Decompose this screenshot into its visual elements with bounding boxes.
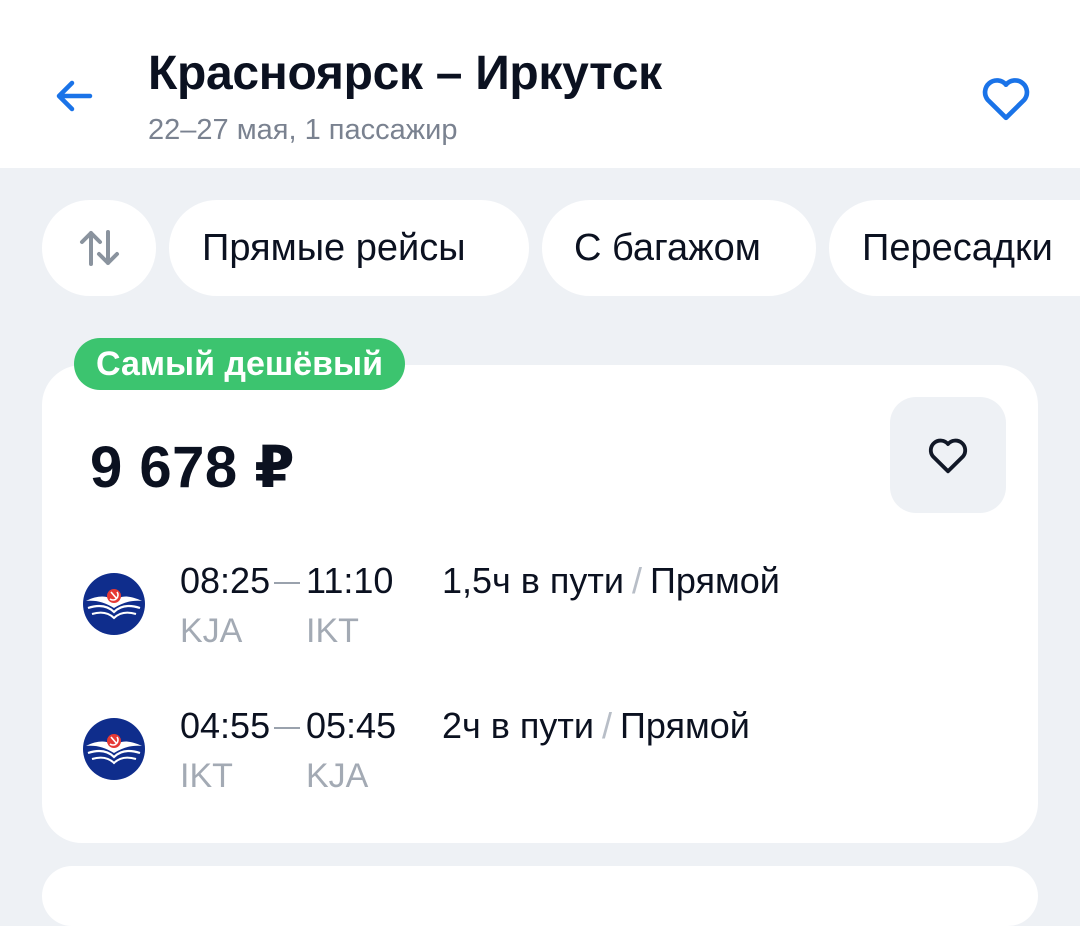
cheapest-badge: Самый дешёвый — [74, 338, 405, 390]
filter-direct-flights[interactable]: Прямые рейсы — [169, 200, 529, 296]
time-dash — [274, 582, 300, 584]
arrow-left-icon — [56, 80, 93, 112]
time-dash — [274, 727, 300, 729]
heart-outline-icon — [928, 438, 968, 474]
aeroflot-logo-icon — [83, 718, 145, 780]
filter-bar: Прямые рейсы С багажом Пересадки — [42, 200, 1080, 296]
filter-with-baggage[interactable]: С багажом — [542, 200, 816, 296]
arrival-airport: KJA — [306, 757, 369, 795]
flight-duration: 2ч в пути — [442, 705, 594, 746]
departure-time: 04:55 — [180, 705, 271, 746]
favorite-offer-button[interactable] — [890, 397, 1006, 513]
top-bar: Красноярск – Иркутск 22–27 мая, 1 пассаж… — [0, 0, 1080, 168]
flight-duration: 1,5ч в пути — [442, 560, 625, 601]
info-separator: / — [602, 705, 613, 746]
sort-button[interactable] — [42, 200, 156, 296]
flight-info: 1,5ч в пути / Прямой — [442, 560, 780, 602]
route-title: Красноярск – Иркутск — [148, 47, 662, 100]
arrival-time: 11:10 — [306, 560, 394, 601]
arrival-time: 05:45 — [306, 705, 397, 746]
info-separator: / — [632, 560, 643, 601]
sort-arrows-icon — [80, 230, 119, 266]
aeroflot-logo-icon — [83, 573, 145, 635]
flight-segment: 04:55 05:45 IKT KJA 2ч в пути / Прямой — [82, 705, 1002, 805]
flight-type: Прямой — [620, 705, 750, 746]
favorite-route-button[interactable] — [970, 62, 1042, 134]
flight-info: 2ч в пути / Прямой — [442, 705, 750, 747]
back-button[interactable] — [44, 66, 104, 126]
flight-segment: 08:25 11:10 KJA IKT 1,5ч в пути / Прямой — [82, 560, 1002, 660]
flight-type: Прямой — [650, 560, 780, 601]
offer-price: 9 678 ₽ — [90, 435, 296, 500]
trip-details: 22–27 мая, 1 пассажир — [148, 114, 458, 146]
departure-airport: IKT — [180, 757, 233, 795]
arrival-airport: IKT — [306, 612, 359, 650]
filter-transfers[interactable]: Пересадки — [829, 200, 1080, 296]
heart-outline-icon — [982, 78, 1030, 121]
offer-card[interactable]: 9 678 ₽ 08:25 11:10 KJA IKT 1,5ч в пути /… — [42, 365, 1038, 843]
next-offer-card[interactable] — [42, 866, 1038, 926]
departure-time: 08:25 — [180, 560, 271, 601]
departure-airport: KJA — [180, 612, 243, 650]
